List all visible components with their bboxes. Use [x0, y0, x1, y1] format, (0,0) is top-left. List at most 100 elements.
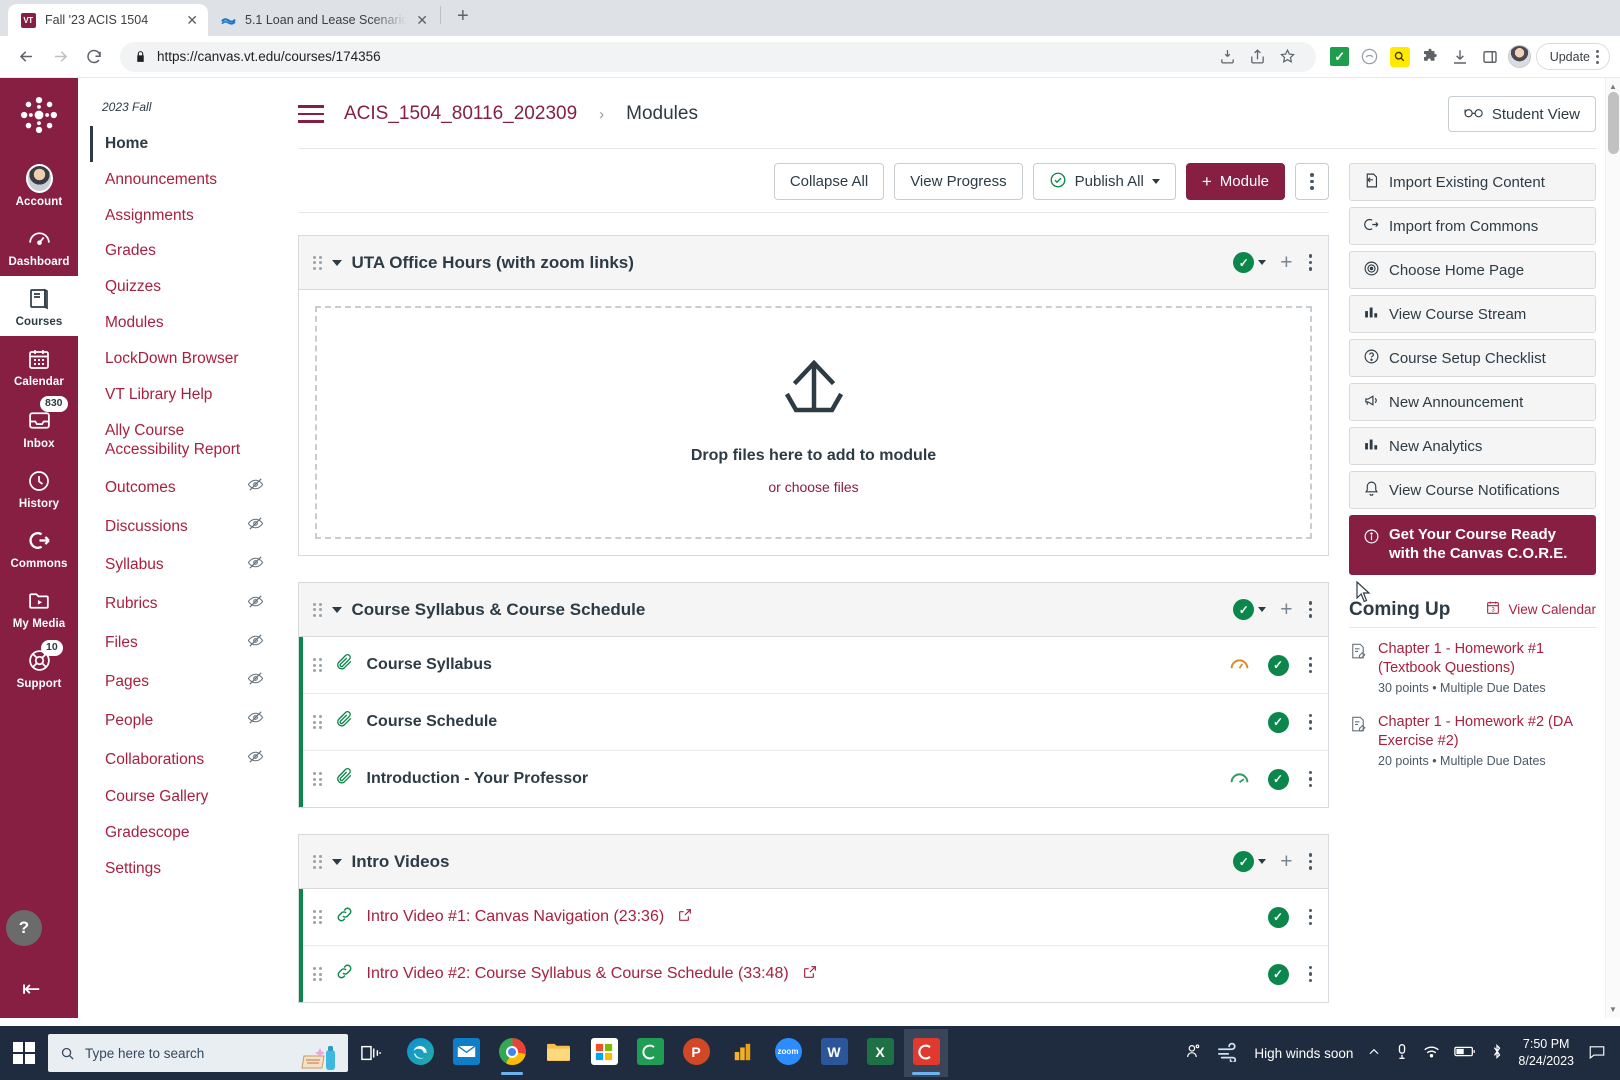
module-header[interactable]: UTA Office Hours (with zoom links) ✓ + [299, 236, 1328, 290]
view-progress-button[interactable]: View Progress [894, 163, 1023, 200]
sidebar-item-history[interactable]: History [0, 458, 78, 518]
chrome-menu-icon[interactable] [1596, 49, 1599, 64]
item-kebab-icon[interactable] [1307, 655, 1315, 676]
sidebar-item-calendar[interactable]: Calendar [0, 336, 78, 396]
course-nav-discussions[interactable]: Discussions [90, 507, 278, 546]
event-title[interactable]: Chapter 1 - Homework #2 (DA Exercise #2) [1378, 714, 1572, 749]
drag-handle-icon[interactable] [313, 658, 322, 672]
course-nav-home[interactable]: Home [90, 126, 278, 162]
course-nav-gradescope[interactable]: Gradescope [90, 815, 278, 851]
item-kebab-icon[interactable] [1307, 907, 1315, 928]
collapse-all-button[interactable]: Collapse All [773, 163, 885, 200]
view-calendar-link[interactable]: 3 View Calendar [1485, 600, 1596, 619]
drag-handle-icon[interactable] [313, 967, 322, 981]
google-chrome-icon[interactable] [490, 1029, 534, 1077]
search-highlight-extension-icon[interactable] [1386, 43, 1414, 71]
drag-handle-icon[interactable] [313, 854, 322, 869]
course-nav-syllabus[interactable]: Syllabus [90, 546, 278, 585]
add-item-icon[interactable]: + [1280, 851, 1292, 872]
course-nav-rubrics[interactable]: Rubrics [90, 585, 278, 624]
view-course-notifications-button[interactable]: View Course Notifications [1349, 471, 1596, 509]
sidebar-item-my-media[interactable]: My Media [0, 578, 78, 638]
task-view-icon[interactable] [348, 1043, 394, 1063]
module-item-title[interactable]: Course Schedule [367, 713, 498, 731]
course-setup-checklist-button[interactable]: Course Setup Checklist [1349, 339, 1596, 377]
close-icon[interactable]: ✕ [186, 13, 198, 27]
file-dropzone[interactable]: Drop files here to add to module or choo… [315, 306, 1312, 539]
drag-handle-icon[interactable] [313, 602, 322, 617]
module-item-title[interactable]: Intro Video #2: Course Syllabus & Course… [367, 965, 789, 983]
chevron-down-icon[interactable] [1258, 607, 1267, 612]
course-nav-pages[interactable]: Pages [90, 662, 278, 701]
module-header[interactable]: Course Syllabus & Course Schedule ✓ + [299, 583, 1328, 637]
modules-more-button[interactable] [1295, 163, 1329, 200]
side-panel-icon[interactable] [1476, 43, 1504, 71]
module-item[interactable]: Introduction - Your Professor ✓ [303, 751, 1328, 807]
module-kebab-icon[interactable] [1307, 252, 1315, 273]
course-nav-collaborations[interactable]: Collaborations [90, 740, 278, 779]
sidebar-item-support[interactable]: 10 Support [0, 638, 78, 698]
ally-gauge-icon[interactable] [1229, 655, 1250, 676]
add-item-icon[interactable]: + [1280, 252, 1292, 273]
battery-icon[interactable] [1454, 1045, 1476, 1061]
chevron-down-icon[interactable] [1151, 179, 1160, 184]
zoom-icon[interactable]: zoom [766, 1029, 810, 1077]
browser-tab-1[interactable]: VT Fall '23 ACIS 1504 ✕ [8, 4, 208, 36]
event-title[interactable]: Chapter 1 - Homework #1 (Textbook Questi… [1378, 641, 1544, 676]
module-item-title[interactable]: Introduction - Your Professor [367, 770, 589, 788]
published-check-icon[interactable]: ✓ [1267, 711, 1289, 733]
ally-gauge-icon[interactable] [1229, 769, 1250, 790]
weather-widget[interactable]: High winds soon [1217, 1042, 1353, 1065]
search-input[interactable]: Type here to search [48, 1034, 348, 1072]
scrollbar-thumb[interactable] [1608, 92, 1619, 154]
puzzle-extensions-icon[interactable] [1416, 43, 1444, 71]
drag-handle-icon[interactable] [313, 715, 322, 729]
import-existing-content-button[interactable]: Import Existing Content [1349, 163, 1596, 201]
wifi-icon[interactable] [1423, 1044, 1440, 1062]
coming-up-event[interactable]: Chapter 1 - Homework #1 (Textbook Questi… [1349, 640, 1596, 695]
coming-up-event[interactable]: Chapter 1 - Homework #2 (DA Exercise #2)… [1349, 713, 1596, 768]
import-from-commons-button[interactable]: Import from Commons [1349, 207, 1596, 245]
chevron-down-icon[interactable] [1258, 859, 1267, 864]
chevron-down-icon[interactable] [331, 858, 342, 865]
bookmark-star-icon[interactable] [1274, 43, 1302, 71]
course-nav-settings[interactable]: Settings [90, 851, 278, 887]
course-nav-quizzes[interactable]: Quizzes [90, 269, 278, 305]
collapse-nav-icon[interactable]: ⇤ [22, 976, 40, 1002]
module-publish-status[interactable]: ✓ [1233, 252, 1267, 273]
excel-icon[interactable]: X [858, 1029, 902, 1077]
grammarly-extension-icon[interactable]: ✓ [1326, 43, 1354, 71]
item-kebab-icon[interactable] [1307, 964, 1315, 985]
help-button[interactable]: ? [6, 910, 42, 946]
course-nav-files[interactable]: Files [90, 624, 278, 663]
course-nav-lockdown-browser[interactable]: LockDown Browser [90, 341, 278, 377]
bluetooth-icon[interactable] [1490, 1043, 1504, 1063]
drag-handle-icon[interactable] [313, 772, 322, 786]
course-nav-outcomes[interactable]: Outcomes [90, 468, 278, 507]
microsoft-store-icon[interactable] [582, 1029, 626, 1077]
canvas-app-icon[interactable] [904, 1029, 948, 1077]
breadcrumb-course[interactable]: ACIS_1504_80116_202309 [344, 103, 577, 125]
course-nav-assignments[interactable]: Assignments [90, 198, 278, 234]
share-icon[interactable] [1244, 43, 1272, 71]
close-icon[interactable]: ✕ [416, 13, 428, 27]
choose-files-link[interactable]: or choose files [768, 479, 858, 495]
course-nav-grades[interactable]: Grades [90, 233, 278, 269]
canvas-logo-icon[interactable] [16, 92, 62, 138]
install-app-icon[interactable] [1214, 43, 1242, 71]
sidebar-item-inbox[interactable]: 830 Inbox [0, 396, 78, 458]
address-bar[interactable]: https://canvas.vt.edu/courses/174356 [120, 41, 1316, 72]
scroll-down-icon[interactable]: ▼ [1609, 1005, 1617, 1014]
onedrive-icon[interactable] [1395, 1043, 1409, 1063]
chevron-up-icon[interactable] [1367, 1045, 1381, 1062]
action-center-icon[interactable] [1588, 1043, 1606, 1064]
excel-green-icon[interactable] [628, 1029, 672, 1077]
privacy-badger-extension-icon[interactable] [1356, 43, 1384, 71]
canvas-core-banner[interactable]: Get Your Course Ready with the Canvas C.… [1349, 515, 1596, 575]
menu-hamburger-icon[interactable] [298, 105, 324, 123]
module-publish-status[interactable]: ✓ [1233, 599, 1267, 620]
file-explorer-icon[interactable] [536, 1029, 580, 1077]
module-item[interactable]: Intro Video #2: Course Syllabus & Course… [303, 946, 1328, 1002]
module-item[interactable]: Course Syllabus ✓ [303, 637, 1328, 694]
course-nav-modules[interactable]: Modules [90, 305, 278, 341]
